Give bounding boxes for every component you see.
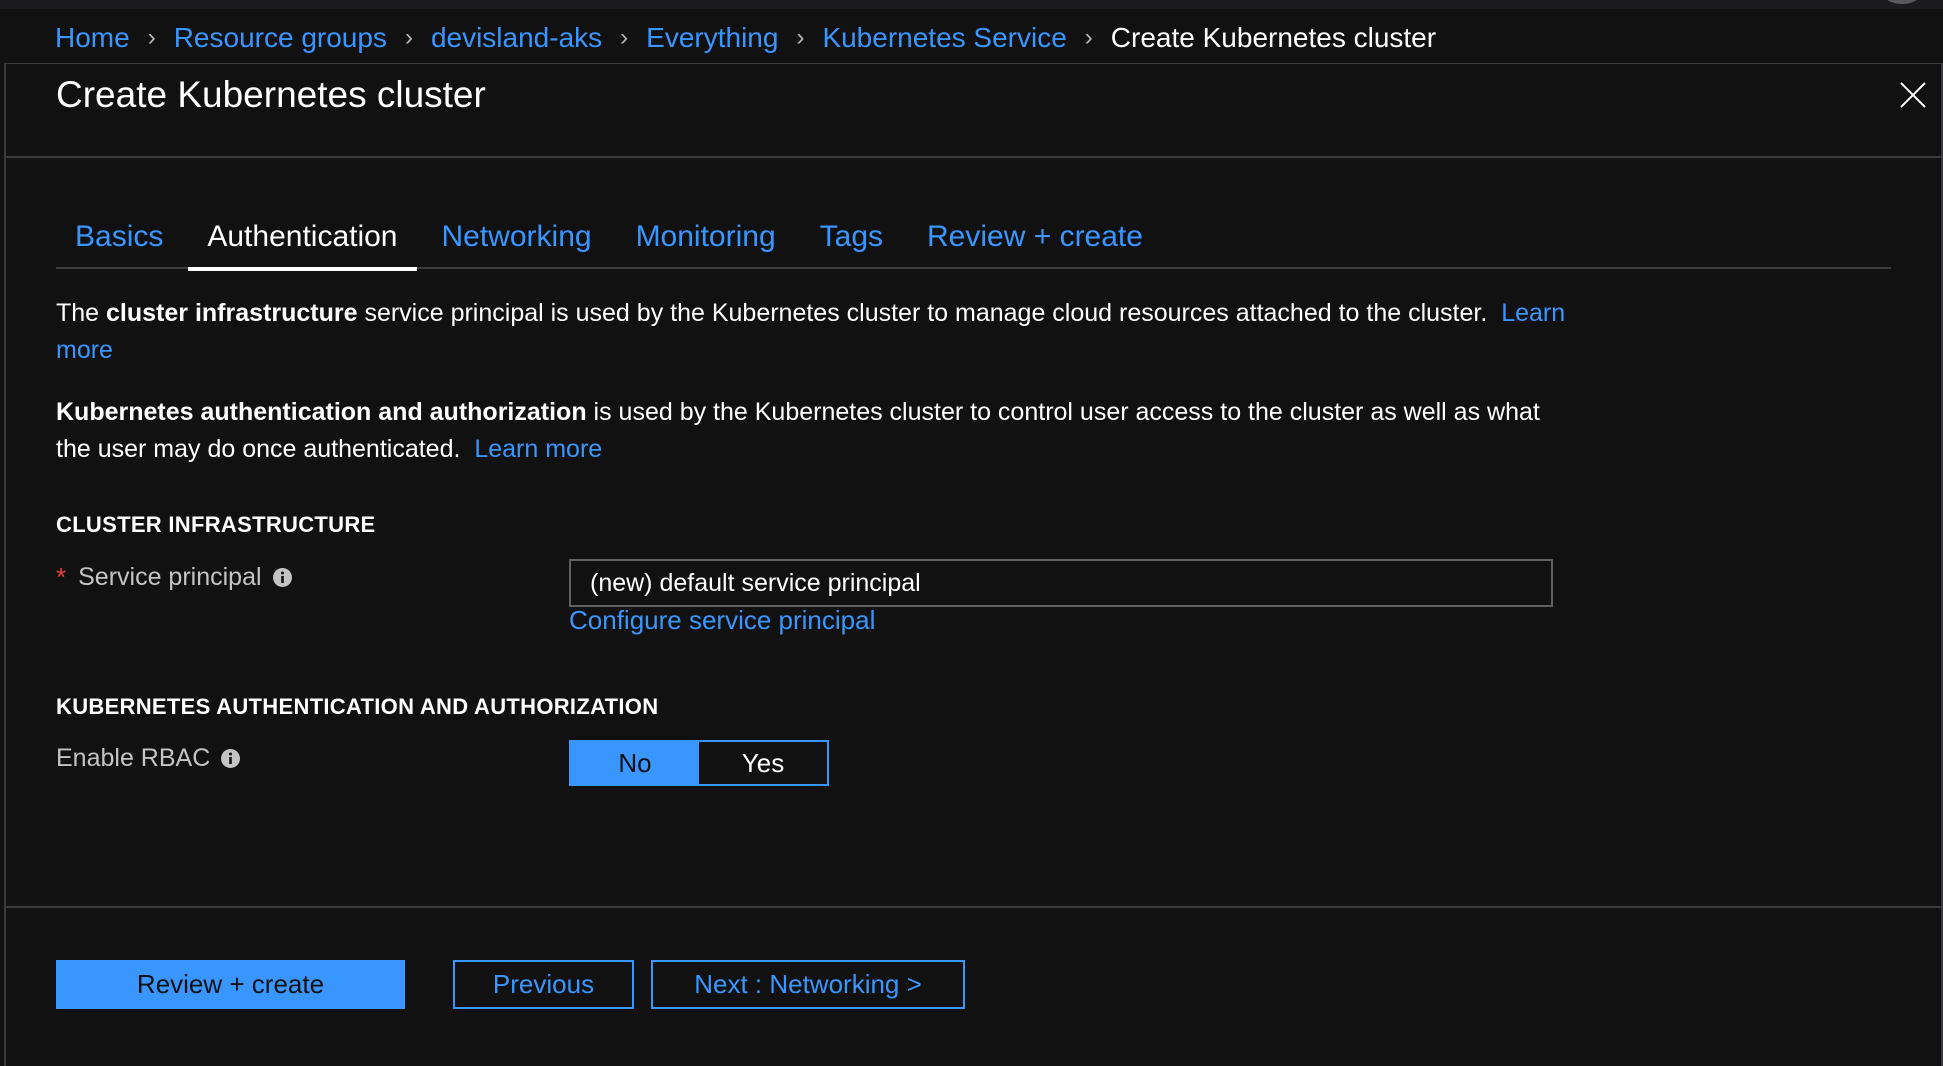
tab-monitoring[interactable]: Monitoring	[617, 212, 795, 269]
tab-authentication[interactable]: Authentication	[188, 212, 417, 271]
intro-paragraph-auth: Kubernetes authentication and authorizat…	[56, 394, 1566, 468]
intro-text: The	[56, 299, 107, 327]
intro-paragraph-infrastructure: The cluster infrastructure service princ…	[56, 295, 1566, 369]
previous-button[interactable]: Previous	[453, 960, 634, 1009]
service-principal-field[interactable]: (new) default service principal	[569, 559, 1553, 607]
avatar[interactable]	[1879, 0, 1925, 4]
chevron-right-icon: ›	[620, 24, 629, 51]
review-create-button[interactable]: Review + create	[56, 960, 405, 1009]
page-title: Create Kubernetes cluster	[56, 74, 486, 115]
close-button[interactable]	[1898, 80, 1928, 110]
intro-text: service principal is used by the Kuberne…	[357, 299, 1488, 327]
breadcrumb-home[interactable]: Home	[55, 22, 130, 54]
tab-tags[interactable]: Tags	[801, 212, 902, 269]
rbac-option-yes[interactable]: Yes	[699, 742, 827, 784]
rbac-toggle: No Yes	[569, 740, 829, 786]
tab-networking[interactable]: Networking	[423, 212, 611, 269]
chevron-right-icon: ›	[147, 24, 156, 51]
header-divider	[5, 156, 1943, 158]
intro-bold: cluster infrastructure	[106, 299, 358, 327]
tab-bar: Basics Authentication Networking Monitor…	[56, 212, 1891, 271]
breadcrumb-current: Create Kubernetes cluster	[1110, 22, 1437, 53]
tab-basics[interactable]: Basics	[56, 212, 182, 269]
tab-review-create[interactable]: Review + create	[908, 212, 1162, 269]
blade-top-border	[5, 63, 1943, 64]
intro-bold: Kubernetes authentication and authorizat…	[56, 398, 587, 426]
breadcrumb-resource-groups[interactable]: Resource groups	[174, 22, 387, 54]
chevron-right-icon: ›	[796, 24, 805, 51]
info-icon[interactable]	[220, 748, 241, 769]
service-principal-label-text: Service principal	[78, 563, 262, 591]
learn-more-link-auth[interactable]: Learn more	[474, 435, 602, 463]
info-icon[interactable]	[272, 567, 293, 588]
breadcrumb: Home › Resource groups › devisland-aks ›…	[55, 18, 1436, 58]
configure-service-principal-link[interactable]: Configure service principal	[569, 605, 875, 636]
required-marker: *	[56, 562, 67, 592]
chevron-right-icon: ›	[1084, 24, 1093, 51]
chevron-right-icon: ›	[404, 24, 413, 51]
breadcrumb-devisland-aks[interactable]: devisland-aks	[431, 22, 602, 54]
breadcrumb-kubernetes-service[interactable]: Kubernetes Service	[822, 22, 1066, 54]
rbac-option-no[interactable]: No	[571, 742, 699, 784]
enable-rbac-label-text: Enable RBAC	[56, 744, 211, 772]
close-icon	[1900, 82, 1926, 108]
top-bar	[0, 0, 1943, 9]
footer-divider	[5, 906, 1943, 908]
next-networking-button[interactable]: Next : Networking >	[651, 960, 965, 1009]
blade-left-border	[4, 63, 6, 1066]
enable-rbac-label: Enable RBAC	[56, 744, 241, 773]
section-title-cluster-infrastructure: CLUSTER INFRASTRUCTURE	[56, 512, 376, 537]
breadcrumb-everything[interactable]: Everything	[646, 22, 778, 54]
section-title-k8s-auth: KUBERNETES AUTHENTICATION AND AUTHORIZAT…	[56, 694, 659, 719]
service-principal-label: * Service principal	[56, 562, 293, 593]
